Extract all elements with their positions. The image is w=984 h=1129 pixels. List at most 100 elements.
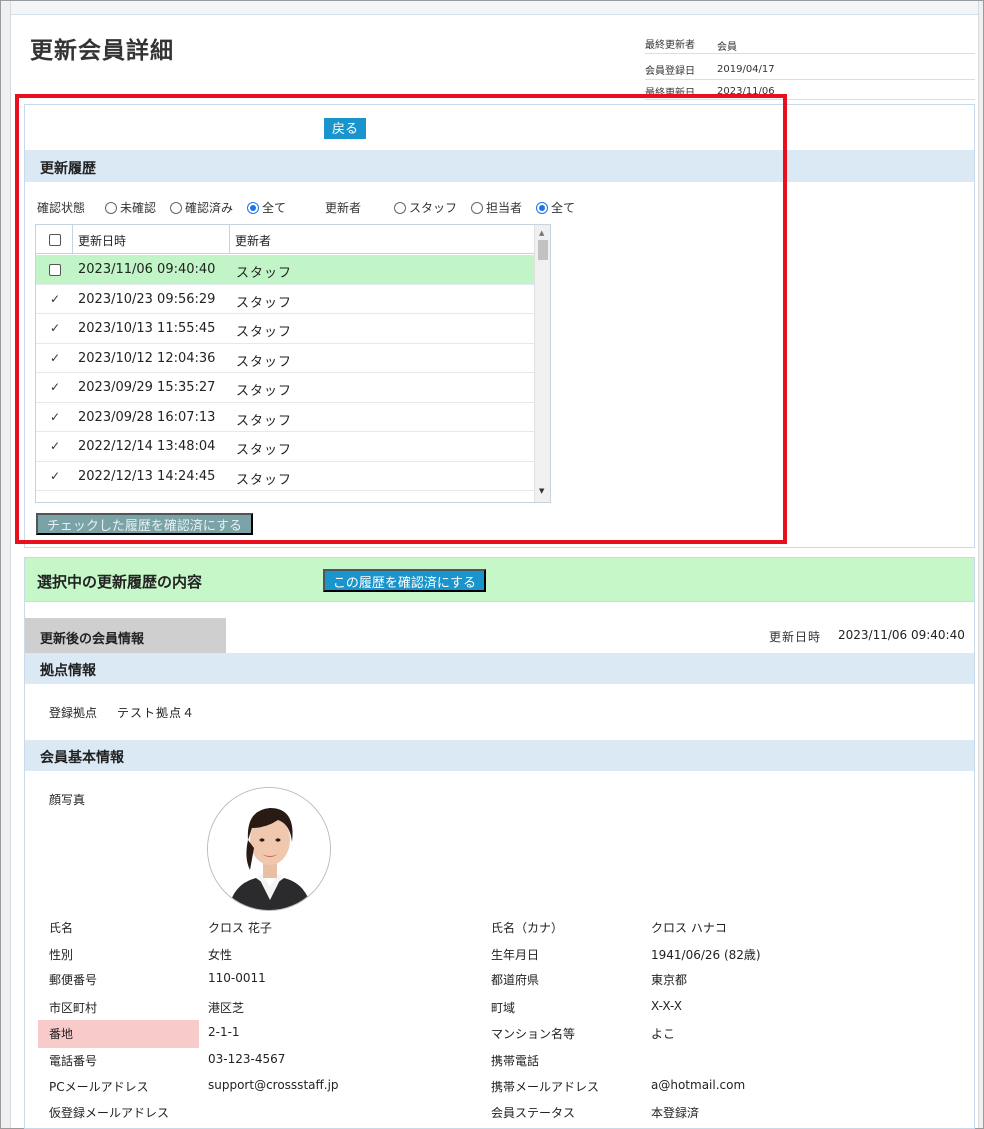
select-all-checkbox[interactable]: [49, 234, 61, 246]
status-radio-all[interactable]: 全て: [247, 199, 286, 216]
back-button[interactable]: 戻る: [324, 118, 366, 139]
scroll-thumb[interactable]: [538, 240, 548, 260]
radio-selected-icon: [536, 201, 548, 214]
page-title: 更新会員詳細: [30, 38, 174, 64]
updater-radio-all[interactable]: 全て: [536, 199, 575, 216]
history-row[interactable]: ✓ 2022/12/14 13:48:04 スタッフ: [36, 432, 534, 462]
field-value: 1941/06/26 (82歳): [651, 948, 761, 962]
field-value: 2-1-1: [208, 1025, 240, 1039]
updater-radio-person-in-charge[interactable]: 担当者: [471, 199, 522, 216]
row-updater: スタッフ: [236, 443, 293, 458]
status-filter-label: 確認状態: [37, 201, 86, 215]
field-label: 氏名: [49, 921, 74, 935]
meta-label: 最終更新者: [645, 40, 695, 51]
field-value: よこ: [651, 1027, 676, 1041]
field-value: 本登録済: [651, 1106, 700, 1120]
row-datetime: 2023/11/06 09:40:40: [78, 262, 216, 277]
history-row[interactable]: ✓ 2023/09/29 15:35:27 スタッフ: [36, 373, 534, 403]
field-label: 性別: [49, 948, 74, 962]
status-radio-confirmed[interactable]: 確認済み: [170, 199, 233, 216]
row-updater: スタッフ: [236, 266, 293, 281]
row-datetime: 2022/12/14 13:48:04: [78, 439, 216, 454]
row-datetime: 2023/09/28 16:07:13: [78, 409, 216, 425]
confirm-checked-button[interactable]: チェックした履歴を確認済にする: [36, 513, 253, 535]
field-label: マンション名等: [491, 1027, 576, 1041]
radio-label: 未確認: [120, 201, 157, 215]
confirmed-check-icon: ✓: [50, 409, 61, 424]
member-section-header: 会員基本情報: [25, 740, 974, 771]
header-updater[interactable]: 更新者: [230, 225, 534, 254]
field-value: 東京都: [651, 973, 688, 987]
grid-rows: 2023/11/06 09:40:40 スタッフ ✓ 2023/10/23 09:56…: [36, 255, 534, 491]
updated-at-label: 更新日時: [769, 630, 822, 644]
radio-icon: [170, 201, 182, 214]
left-edge: [1, 1, 11, 1128]
meta-label: 会員登録日: [645, 66, 695, 77]
meta-label: 最終更新日: [645, 88, 695, 99]
field-value: 女性: [208, 948, 233, 962]
field-label: PCメールアドレス: [49, 1080, 149, 1094]
row-datetime: 2023/09/29 15:35:27: [78, 380, 216, 395]
detail-header: 選択中の更新履歴の内容: [25, 558, 974, 602]
meta-last-updater: 最終更新者 会員: [645, 32, 975, 54]
header-checkbox-cell: [36, 225, 73, 254]
status-radio-unconfirmed[interactable]: 未確認: [105, 199, 156, 216]
confirmed-check-icon: ✓: [50, 291, 61, 306]
field-value: X-X-X: [651, 999, 682, 1013]
confirmed-check-icon: ✓: [50, 321, 61, 335]
field-label: 生年月日: [491, 948, 540, 962]
row-datetime: 2023/10/23 09:56:29: [78, 291, 216, 307]
field-value: 03-123-4567: [208, 1052, 286, 1066]
tab-after-update[interactable]: 更新後の会員情報: [25, 618, 226, 653]
row-updater: スタッフ: [236, 472, 293, 488]
base-section-title: 拠点情報: [40, 663, 96, 679]
header-datetime[interactable]: 更新日時: [73, 225, 230, 254]
scroll-up-icon[interactable]: ▲: [539, 229, 544, 237]
confirmed-check-icon: ✓: [50, 439, 61, 453]
updater-radio-staff[interactable]: スタッフ: [394, 199, 457, 216]
portrait-image: [208, 788, 330, 910]
grid-scrollbar[interactable]: ▲ ▼: [534, 225, 550, 502]
field-label: 番地: [49, 1027, 74, 1041]
scroll-down-icon[interactable]: ▼: [539, 487, 544, 495]
row-checkbox[interactable]: [49, 264, 61, 276]
meta-value: 2023/11/06: [717, 86, 775, 97]
history-row[interactable]: ✓ 2023/10/13 11:55:45 スタッフ: [36, 314, 534, 344]
field-value: support@crossstaff.jp: [208, 1078, 339, 1092]
field-label: 電話番号: [49, 1054, 98, 1068]
history-grid: 更新日時 更新者 2023/11/06 09:40:40 スタッフ ✓ 2023/10…: [35, 224, 551, 503]
row-updater: スタッフ: [236, 354, 293, 370]
history-section-title: 更新履歴: [40, 161, 96, 177]
radio-label: 全て: [262, 201, 287, 215]
radio-icon: [105, 201, 117, 214]
field-label: 市区町村: [49, 1001, 98, 1015]
meta-value: 会員: [717, 42, 737, 53]
top-edge: [11, 1, 978, 15]
history-row[interactable]: ✓ 2023/09/28 16:07:13 スタッフ: [36, 403, 534, 432]
detail-title: 選択中の更新履歴の内容: [37, 573, 203, 591]
radio-label: 担当者: [486, 201, 523, 215]
radio-label: スタッフ: [409, 201, 458, 215]
row-datetime: 2022/12/13 14:24:45: [78, 468, 216, 484]
history-row[interactable]: ✓ 2023/10/23 09:56:29 スタッフ: [36, 285, 534, 314]
field-label: 都道府県: [491, 973, 540, 987]
field-label: 携帯メールアドレス: [491, 1080, 600, 1094]
confirmed-check-icon: ✓: [50, 468, 61, 483]
field-label: 郵便番号: [49, 973, 98, 987]
photo-label: 顔写真: [49, 793, 86, 807]
column-label: 更新日時: [78, 234, 127, 248]
confirmed-check-icon: ✓: [50, 350, 61, 365]
meta-last-updated-date: 最終更新日 2023/11/06: [645, 80, 975, 100]
radio-label: 全て: [551, 201, 576, 215]
field-label: 仮登録メールアドレス: [49, 1106, 170, 1120]
member-section-title: 会員基本情報: [40, 750, 124, 766]
history-row[interactable]: ✓ 2023/10/12 12:04:36 スタッフ: [36, 344, 534, 373]
field-value: a@hotmail.com: [651, 1078, 746, 1092]
history-row[interactable]: 2023/11/06 09:40:40 スタッフ: [36, 255, 534, 285]
history-row[interactable]: ✓ 2022/12/13 14:24:45 スタッフ: [36, 462, 534, 491]
field-label: 氏名（カナ）: [491, 921, 564, 935]
confirm-this-button[interactable]: この履歴を確認済にする: [323, 569, 486, 592]
history-section-header: 更新履歴: [25, 150, 974, 182]
member-photo: [207, 787, 331, 911]
row-updater: スタッフ: [236, 325, 293, 340]
